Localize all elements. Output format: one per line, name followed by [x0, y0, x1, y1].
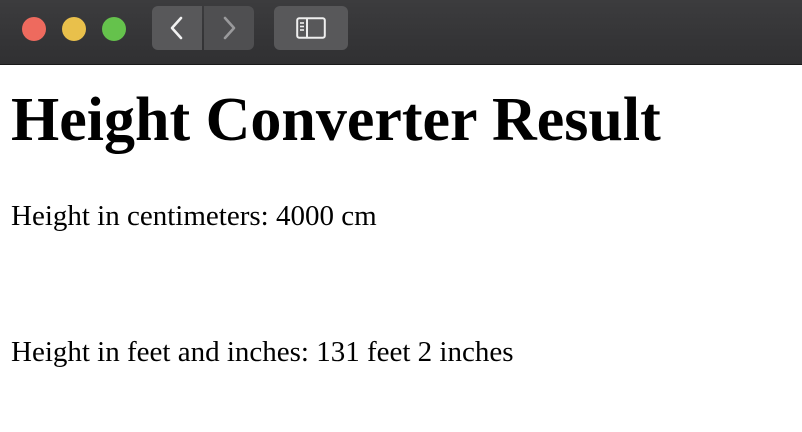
sidebar-icon	[296, 17, 326, 39]
chevron-left-icon	[170, 16, 183, 40]
page-content: Height Converter Result Height in centim…	[0, 66, 802, 432]
sidebar-toggle-button[interactable]	[274, 6, 348, 50]
page-title: Height Converter Result	[11, 86, 661, 154]
browser-titlebar	[0, 0, 802, 65]
zoom-window-button[interactable]	[102, 17, 126, 41]
forward-button[interactable]	[204, 6, 254, 50]
height-centimeters-text: Height in centimeters: 4000 cm	[11, 200, 377, 232]
back-button[interactable]	[152, 6, 202, 50]
close-window-button[interactable]	[22, 17, 46, 41]
height-feet-inches-text: Height in feet and inches: 131 feet 2 in…	[11, 336, 514, 368]
chevron-right-icon	[223, 16, 236, 40]
navigation-buttons	[152, 6, 254, 50]
minimize-window-button[interactable]	[62, 17, 86, 41]
browser-window: Height Converter Result Height in centim…	[0, 0, 802, 432]
